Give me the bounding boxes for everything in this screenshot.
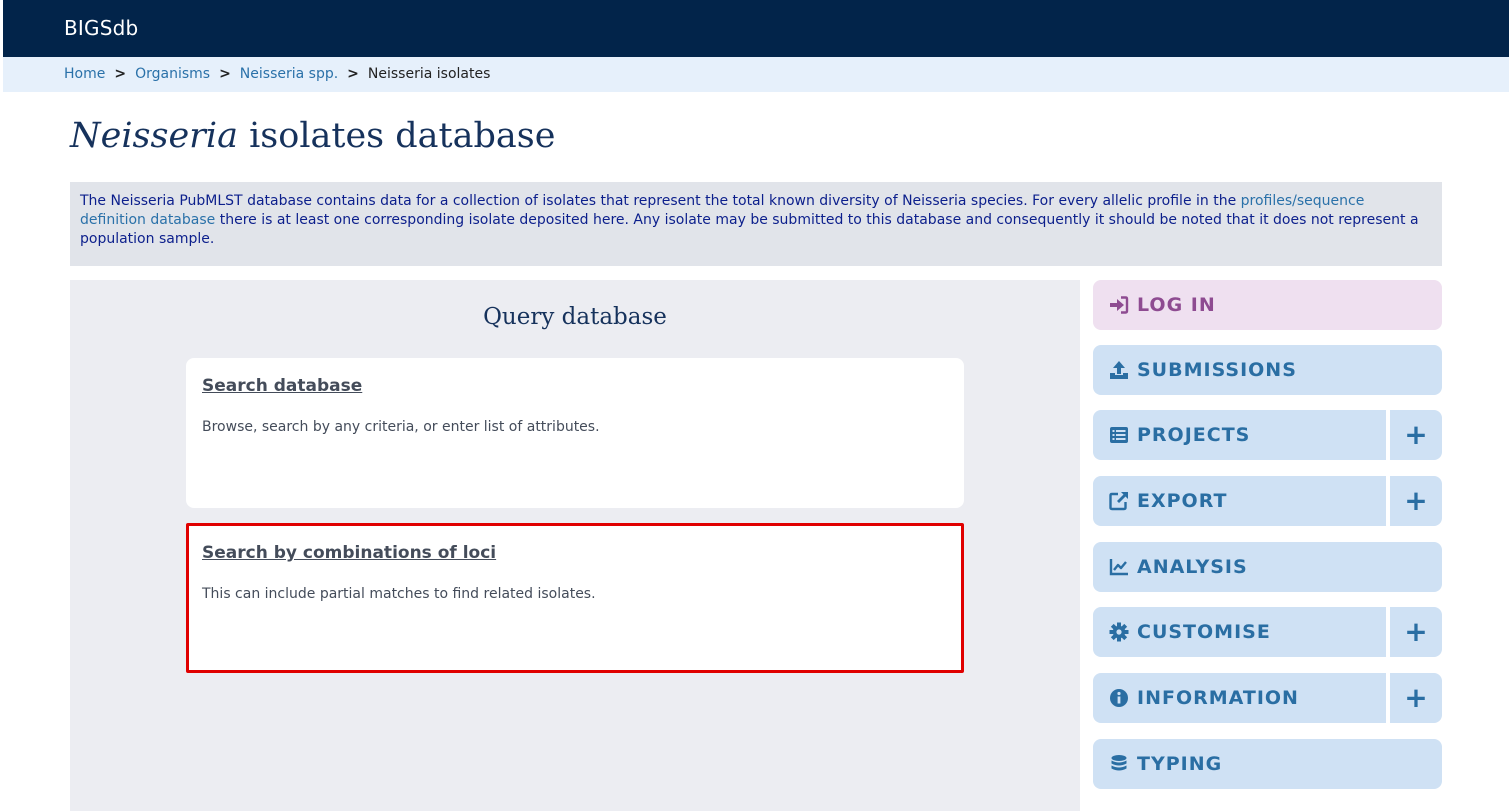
typing-button[interactable]: TYPING (1093, 739, 1442, 789)
info-circle-icon (1110, 689, 1128, 707)
information-button[interactable]: INFORMATION (1093, 673, 1386, 723)
submissions-label: SUBMISSIONS (1137, 359, 1297, 381)
breadcrumb-separator: > (347, 66, 359, 82)
sign-in-icon (1110, 296, 1129, 314)
list-icon (1110, 427, 1128, 443)
description-text-start: The Neisseria PubMLST database contains … (80, 193, 1241, 209)
search-loci-link[interactable]: Search by combinations of loci (202, 543, 496, 563)
breadcrumb: Home > Organisms > Neisseria spp. > Neisseria … (3, 57, 1509, 92)
information-label: INFORMATION (1137, 687, 1299, 709)
brand-logo[interactable]: BIGSdb (64, 16, 138, 40)
analysis-label: ANALYSIS (1137, 556, 1248, 578)
breadcrumb-separator: > (219, 66, 231, 82)
login-button[interactable]: LOG IN (1093, 280, 1442, 330)
typing-label: TYPING (1137, 753, 1223, 775)
breadcrumb-organisms[interactable]: Organisms (135, 66, 210, 82)
breadcrumb-neisseria-spp[interactable]: Neisseria spp. (240, 66, 338, 82)
analysis-button[interactable]: ANALYSIS (1093, 542, 1442, 592)
search-loci-description: This can include partial matches to find… (202, 586, 596, 602)
export-button[interactable]: EXPORT (1093, 476, 1386, 526)
page-title: Neisseria isolates database (70, 116, 555, 156)
breadcrumb-separator: > (114, 66, 127, 82)
search-database-description: Browse, search by any criteria, or enter… (202, 419, 600, 435)
login-label: LOG IN (1137, 294, 1216, 316)
query-panel: Query database Search database Browse, s… (70, 280, 1080, 811)
information-expand-button[interactable]: + (1390, 673, 1442, 723)
export-label: EXPORT (1137, 490, 1228, 512)
query-panel-title: Query database (483, 304, 667, 330)
export-expand-button[interactable]: + (1390, 476, 1442, 526)
top-bar: BIGSdb (3, 0, 1509, 57)
search-loci-card[interactable]: Search by combinations of loci This can … (186, 523, 964, 673)
projects-expand-button[interactable]: + (1390, 410, 1442, 460)
projects-button[interactable]: PROJECTS (1093, 410, 1386, 460)
submissions-button[interactable]: SUBMISSIONS (1093, 345, 1442, 395)
breadcrumb-home[interactable]: Home (64, 66, 105, 82)
database-icon (1111, 755, 1127, 771)
page-title-rest: isolates database (249, 116, 556, 156)
search-database-card[interactable]: Search database Browse, search by any cr… (186, 358, 964, 508)
description-text-end: there is at least one corresponding isol… (80, 212, 1419, 247)
page-title-genus: Neisseria (70, 116, 238, 156)
search-database-link[interactable]: Search database (202, 376, 362, 396)
chart-line-icon (1109, 559, 1128, 576)
customise-button[interactable]: CUSTOMISE (1093, 607, 1386, 657)
external-link-icon (1109, 492, 1128, 511)
gear-icon (1109, 622, 1129, 642)
database-description: The Neisseria PubMLST database contains … (70, 182, 1442, 266)
customise-label: CUSTOMISE (1137, 621, 1271, 643)
projects-label: PROJECTS (1137, 424, 1251, 446)
upload-icon (1110, 361, 1128, 379)
breadcrumb-current: Neisseria isolates (367, 66, 491, 82)
customise-expand-button[interactable]: + (1390, 607, 1442, 657)
